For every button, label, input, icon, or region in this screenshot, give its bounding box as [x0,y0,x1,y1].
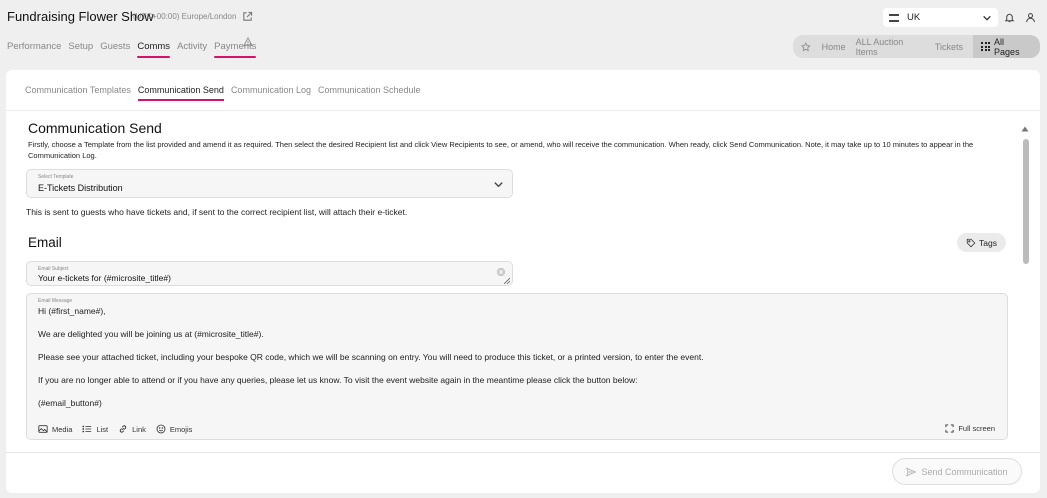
link-label: Link [132,424,146,434]
link-icon [119,425,127,433]
link-button[interactable]: Link [118,424,146,434]
email-message-label: Email Message [38,298,73,304]
send-communication-button[interactable]: Send Communication [892,458,1022,485]
email-subject-label: Email Subject [38,266,69,272]
email-subject-value: Your e-tickets for (#microsite_title#) [38,273,171,283]
footer-divider [6,452,1040,453]
tab-communication-schedule[interactable]: Communication Schedule [318,85,421,99]
server-icon [889,13,899,22]
fullscreen-button[interactable]: Full screen [945,424,995,433]
external-link-icon[interactable] [242,11,253,22]
grid-icon [981,42,991,51]
image-icon [38,425,48,433]
email-message-editor[interactable]: Email Message Hi (#first_name#), We are … [26,293,1008,440]
tab-communication-templates[interactable]: Communication Templates [25,85,131,99]
emojis-label: Emojis [169,424,193,434]
message-line: (#email_button#) [38,398,102,408]
user-icon[interactable] [1025,12,1036,23]
message-line: If you are no longer able to attend or i… [38,375,638,385]
list-icon [82,425,92,433]
nav-comms[interactable]: Comms [137,41,170,58]
quick-link-home[interactable]: Home [822,42,846,52]
quick-links-bar: Home ALL Auction Items Tickets All Pages [793,35,1040,58]
nav-guests[interactable]: Guests [100,41,130,56]
region-label: UK [907,12,921,23]
scroll-up-arrow-icon[interactable] [1021,125,1029,133]
send-communication-label: Send Communication [921,466,1008,477]
tags-label: Tags [979,237,997,248]
message-line: Hi (#first_name#), [38,306,106,316]
resize-handle-icon[interactable] [504,278,510,284]
template-select[interactable]: Select Template E-Tickets Distribution [26,169,513,198]
media-button[interactable]: Media [38,424,72,434]
quick-link-tickets[interactable]: Tickets [935,42,963,52]
all-pages-label: All Pages [994,36,1020,57]
nav-activity[interactable]: Activity [177,41,207,56]
page-title: Communication Send [28,120,162,136]
nav-setup[interactable]: Setup [68,41,93,56]
tab-communication-log[interactable]: Communication Log [231,85,311,99]
fullscreen-icon [945,424,954,433]
chevron-down-icon [983,15,991,21]
timezone-label: (UTC+00:00) Europe/London [133,12,237,21]
tab-communication-send[interactable]: Communication Send [137,85,224,101]
star-icon[interactable] [801,41,811,52]
template-select-value: E-Tickets Distribution [38,183,123,193]
bell-icon[interactable] [1004,12,1015,23]
template-hint: This is sent to guests who have tickets … [26,207,408,217]
template-select-label: Select Template [38,174,74,180]
list-label: List [96,424,109,434]
chevron-down-icon [494,182,503,188]
emojis-button[interactable]: Emojis [156,424,193,434]
editor-toolbar: Media List Link Emojis [38,424,192,434]
event-title: Fundraising Flower Show [7,9,154,24]
emoji-icon [156,424,166,434]
main-nav: Performance Setup Guests Comms Activity … [7,41,257,58]
comms-subtabs: Communication Templates Communication Se… [25,85,421,101]
tag-icon [966,238,976,247]
email-heading: Email [28,235,62,250]
tags-button[interactable]: Tags [957,233,1006,252]
clear-icon[interactable] [496,267,506,277]
scrollbar-thumb[interactable] [1023,139,1029,264]
all-pages-button[interactable]: All Pages [973,35,1040,58]
email-subject-field[interactable]: Email Subject Your e-tickets for (#micro… [26,261,513,286]
send-icon [906,466,917,477]
message-line: We are delighted you will be joining us … [38,329,264,339]
list-button[interactable]: List [82,424,108,434]
page-description: Firstly, choose a Template from the list… [28,140,974,160]
quick-link-auction-items[interactable]: ALL Auction Items [856,37,925,57]
warning-icon [243,37,253,47]
divider [6,110,1040,111]
fullscreen-label: Full screen [958,424,995,433]
message-line: Please see your attached ticket, includi… [38,352,704,362]
media-label: Media [52,424,73,434]
nav-performance[interactable]: Performance [7,41,61,56]
region-select[interactable]: UK [883,8,998,27]
